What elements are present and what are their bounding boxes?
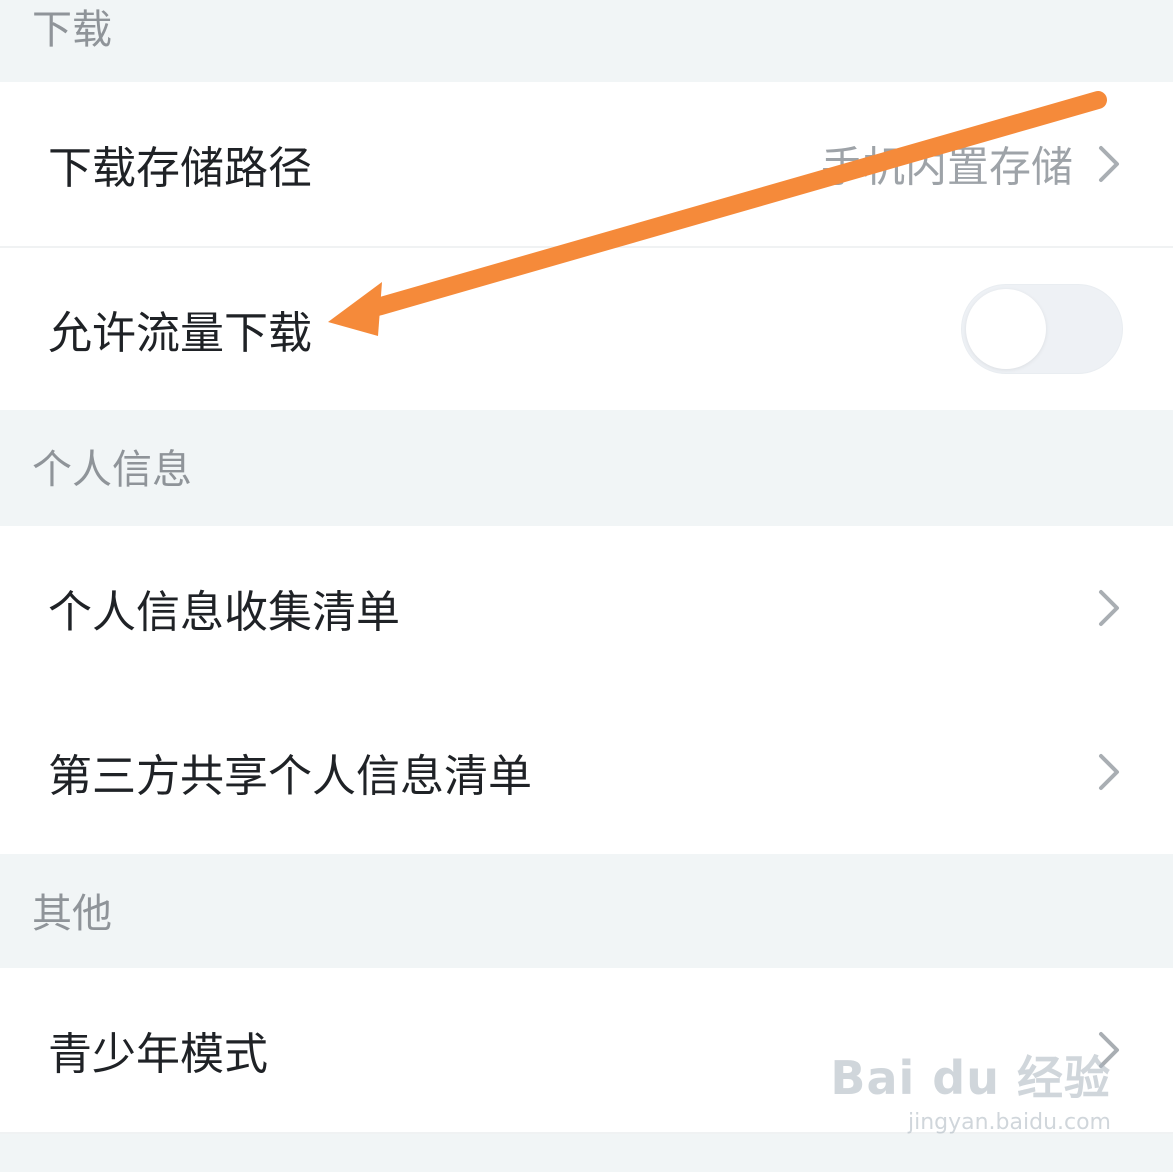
chevron-right-icon bbox=[1099, 146, 1119, 182]
personal-info-collection-label: 个人信息收集清单 bbox=[48, 587, 400, 638]
chevron-right-icon bbox=[1099, 1032, 1119, 1068]
allow-data-download-label: 允许流量下载 bbox=[48, 308, 312, 359]
chevron-right-icon bbox=[1099, 590, 1119, 626]
storage-path-label: 下载存储路径 bbox=[48, 143, 312, 194]
setting-row-third-party-sharing[interactable]: 第三方共享个人信息清单 bbox=[0, 690, 1173, 854]
allow-data-download-toggle[interactable] bbox=[961, 284, 1123, 374]
section-title-personal-info: 个人信息 bbox=[32, 447, 192, 493]
setting-row-download-storage-path[interactable]: 下载存储路径 手机内置存储 bbox=[0, 82, 1173, 246]
teen-mode-label: 青少年模式 bbox=[48, 1029, 268, 1080]
chevron-right-icon bbox=[1099, 754, 1119, 790]
setting-row-personal-info-collection[interactable]: 个人信息收集清单 bbox=[0, 526, 1173, 690]
section-header-other: 其他 bbox=[0, 854, 1173, 968]
row-divider bbox=[0, 1132, 1173, 1134]
section-title-download: 下载 bbox=[32, 7, 112, 53]
third-party-sharing-label: 第三方共享个人信息清单 bbox=[48, 751, 532, 802]
section-title-other: 其他 bbox=[32, 891, 112, 937]
section-header-download: 下载 bbox=[0, 0, 1173, 82]
section-header-personal-info: 个人信息 bbox=[0, 410, 1173, 526]
setting-row-teen-mode[interactable]: 青少年模式 bbox=[0, 968, 1173, 1132]
setting-row-allow-data-download: 允许流量下载 bbox=[0, 248, 1173, 410]
toggle-knob bbox=[966, 289, 1046, 369]
storage-path-value: 手机内置存储 bbox=[820, 142, 1073, 192]
